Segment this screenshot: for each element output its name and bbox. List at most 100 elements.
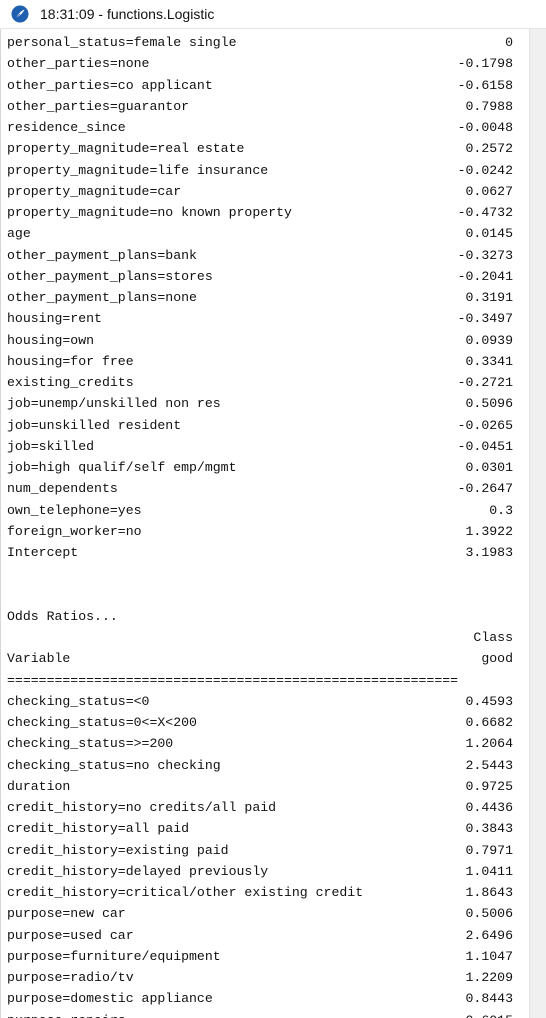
coefficient-row: other_parties=co applicant -0.6158 (7, 75, 513, 96)
variable-name: job=unemp/unskilled non res (7, 396, 221, 412)
coefficient-row: job=high qualif/self emp/mgmt 0.0301 (7, 457, 513, 478)
value-cell: 0.2572 (465, 141, 513, 157)
window-titlebar[interactable]: 18:31:09 - functions.Logistic (0, 0, 546, 29)
value-cell: 2.5443 (465, 757, 513, 773)
variable-name: num_dependents (7, 481, 118, 497)
variable-name: job=unskilled resident (7, 417, 182, 433)
odds-row: purpose=domestic appliance 0.8443 (7, 988, 513, 1009)
value-cell: -0.0048 (457, 120, 513, 135)
value-cell: 0.4593 (465, 693, 513, 709)
variable-name: housing=own (7, 332, 95, 348)
value-cell: 0.5096 (465, 396, 513, 412)
coefficient-row: residence_since -0.0048 (7, 117, 513, 138)
value-cell: 0.5006 (465, 906, 513, 922)
coefficient-row: property_magnitude=car 0.0627 (7, 181, 513, 202)
value-cell: 1.2064 (465, 736, 513, 752)
variable-name: own_telephone=yes (7, 502, 142, 518)
variable-name: personal_status=female single (7, 35, 237, 50)
variable-name: other_parties=guarantor (7, 98, 190, 114)
value-cell: 0 (505, 35, 513, 50)
variable-name: housing=for free (7, 353, 134, 369)
variable-name: other_payment_plans=stores (7, 268, 213, 284)
value-cell: 0.3843 (465, 821, 513, 837)
odds-row: purpose=used car 2.6496 (7, 925, 513, 946)
odds-row: credit_history=critical/other existing c… (7, 882, 513, 903)
window-title: 18:31:09 - functions.Logistic (40, 6, 215, 22)
column-header-row: Variable good (7, 648, 513, 669)
variable-name: other_payment_plans=none (7, 290, 197, 305)
variable-name: checking_status=>=200 (7, 736, 174, 752)
variable-name: Intercept (7, 545, 79, 560)
coefficient-row: housing=for free 0.3341 (7, 351, 513, 372)
separator-line-text: ========================================… (7, 672, 459, 688)
variable-name: residence_since (7, 120, 126, 135)
odds-heading-text: Odds Ratios... (7, 608, 118, 624)
coefficient-row: other_payment_plans=stores -0.2041 (7, 266, 513, 287)
coefficient-row: other_parties=guarantor 0.7988 (7, 96, 513, 117)
variable-name: purpose=radio/tv (7, 970, 134, 985)
odds-row: credit_history=delayed previously 1.0411 (7, 861, 513, 882)
variable-name: job=high qualif/self emp/mgmt (7, 460, 237, 475)
variable-name: purpose=furniture/equipment (7, 948, 221, 964)
coefficient-row: other_payment_plans=none 0.3191 (7, 287, 513, 308)
class-header: Class (7, 627, 513, 648)
output-text-area[interactable]: personal_status=female single 0 other_part… (0, 29, 529, 1018)
variable-name: existing_credits (7, 375, 134, 390)
class-value-header: good (481, 651, 513, 667)
odds-heading: Odds Ratios... (7, 606, 513, 627)
value-cell: 0.6682 (465, 715, 513, 730)
value-cell: 0.4436 (465, 800, 513, 815)
value-cell: 0.7971 (465, 842, 513, 858)
coefficient-row: job=unemp/unskilled non res 0.5096 (7, 393, 513, 414)
value-cell: -0.0242 (457, 162, 513, 178)
odds-row: checking_status=>=200 1.2064 (7, 733, 513, 754)
coefficient-row: existing_credits -0.2721 (7, 372, 513, 393)
variable-name: property_magnitude=car (7, 183, 182, 199)
variable-name: checking_status=<0 (7, 693, 150, 709)
value-cell: 1.8643 (465, 885, 513, 900)
vertical-scrollbar[interactable] (529, 29, 546, 1018)
value-cell: -0.0451 (457, 438, 513, 454)
odds-row: purpose=radio/tv 1.2209 (7, 967, 513, 988)
coefficient-row: property_magnitude=life insurance -0.0242 (7, 160, 513, 181)
odds-row: duration 0.9725 (7, 776, 513, 797)
variable-name: credit_history=existing paid (7, 842, 229, 858)
value-cell: 0.6015 (466, 1010, 513, 1018)
coefficient-row: age 0.0145 (7, 223, 513, 244)
variable-name: property_magnitude=life insurance (7, 162, 269, 178)
coefficient-row: num_dependents -0.2647 (7, 478, 513, 499)
value-cell: -0.2041 (457, 268, 513, 284)
variable-name: checking_status=no checking (7, 757, 221, 773)
value-cell: 0.0301 (465, 460, 513, 475)
value-cell: 0.0939 (465, 332, 513, 348)
variable-name: purpose=domestic appliance (7, 991, 213, 1007)
value-cell: 0.3191 (465, 290, 513, 305)
variable-name: credit_history=no credits/all paid (7, 800, 277, 815)
variable-name: purpose=used car (7, 927, 134, 943)
value-cell: -0.3273 (457, 247, 513, 263)
odds-row: checking_status=no checking 2.5443 (7, 755, 513, 776)
variable-header: Variable (7, 651, 71, 667)
coefficient-row: job=skilled -0.0451 (7, 436, 513, 457)
coefficient-row: housing=own 0.0939 (7, 330, 513, 351)
value-cell: 1.3922 (465, 523, 513, 539)
value-cell: 0.8443 (465, 991, 513, 1007)
coefficient-row: foreign_worker=no 1.3922 (7, 521, 513, 542)
odds-row: purpose=repairs 0.6015 (7, 1010, 513, 1018)
value-cell: -0.2721 (457, 375, 513, 390)
value-cell: 0.3341 (465, 353, 513, 369)
variable-name: job=skilled (7, 438, 95, 454)
variable-name: duration (7, 778, 71, 794)
odds-row: credit_history=no credits/all paid 0.4436 (7, 797, 513, 818)
value-cell: -0.0265 (457, 417, 513, 433)
odds-row: credit_history=existing paid 0.7971 (7, 840, 513, 861)
odds-row: checking_status=0<=X<200 0.6682 (7, 712, 513, 733)
coefficient-row: personal_status=female single 0 (7, 32, 513, 53)
odds-row: purpose=furniture/equipment 1.1047 (7, 946, 513, 967)
variable-name: credit_history=all paid (7, 821, 190, 837)
coefficient-row: housing=rent -0.3497 (7, 308, 513, 329)
value-cell: 0.9725 (465, 778, 513, 794)
value-cell: -0.1798 (457, 56, 513, 72)
feather-app-icon (11, 5, 29, 23)
variable-name: purpose=repairs (7, 1010, 126, 1018)
